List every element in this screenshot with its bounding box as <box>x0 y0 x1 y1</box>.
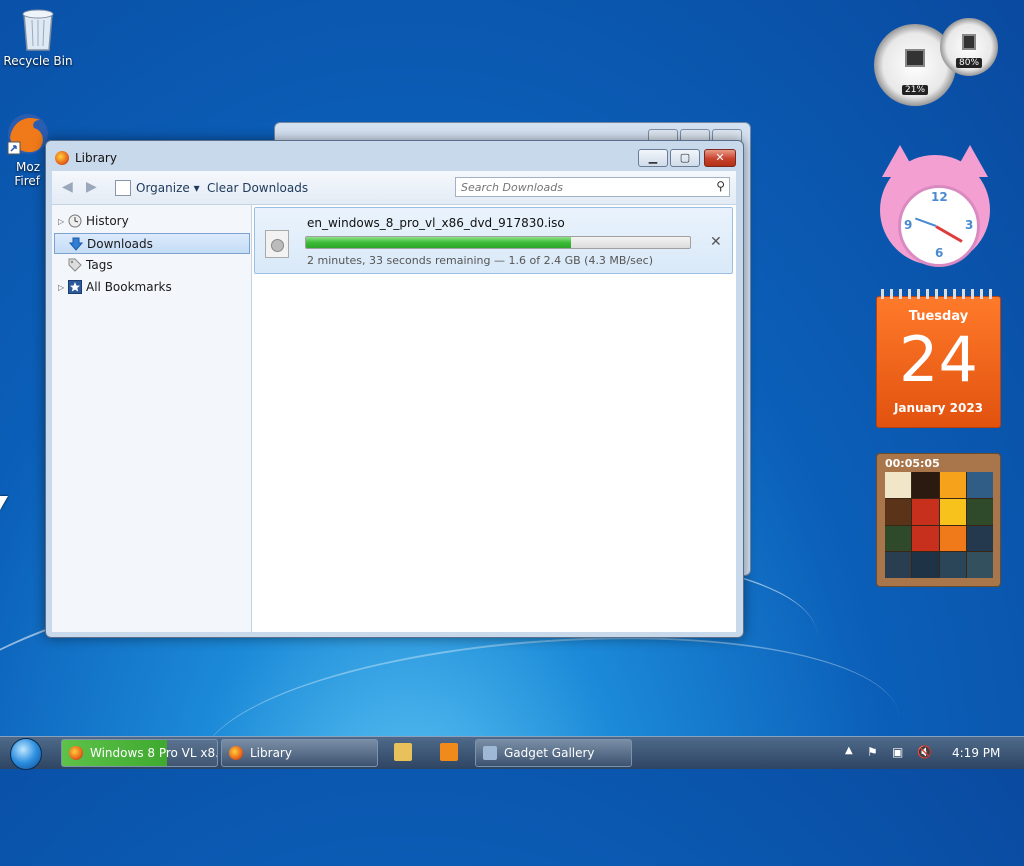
file-explorer-icon[interactable] <box>394 743 412 761</box>
sidebar-item-all-bookmarks[interactable]: ▷ All Bookmarks <box>54 277 250 298</box>
download-status: 2 minutes, 33 seconds remaining — 1.6 of… <box>307 254 654 267</box>
organize-icon <box>115 180 131 196</box>
calendar-gadget[interactable]: Tuesday 24 January 2023 <box>876 289 1001 428</box>
volume-muted-icon[interactable]: 🔇 <box>917 745 932 759</box>
cancel-download-icon[interactable]: ✕ <box>710 234 722 250</box>
memory-percent: 80% <box>955 57 983 68</box>
cat-clock-gadget[interactable]: 12 3 6 9 <box>876 145 994 270</box>
puzzle-tile[interactable] <box>966 472 993 498</box>
download-progress-bar <box>305 236 691 249</box>
minimize-button[interactable]: ▁ <box>638 149 668 167</box>
puzzle-tile[interactable] <box>966 498 993 525</box>
puzzle-tile[interactable] <box>912 498 939 525</box>
puzzle-tile[interactable] <box>912 552 939 578</box>
progress-fill <box>306 237 571 248</box>
download-filename: en_windows_8_pro_vl_x86_dvd_917830.iso <box>307 216 565 230</box>
calendar-weekday: Tuesday <box>908 309 969 324</box>
library-sidebar: ▷ History Downloads Tags ▷ All Bookmarks <box>52 205 252 632</box>
firefox-icon <box>229 746 243 760</box>
sidebar-item-tags[interactable]: Tags <box>54 255 250 276</box>
puzzle-tile[interactable] <box>939 525 966 552</box>
mouse-cursor <box>0 496 8 510</box>
puzzle-tile[interactable] <box>966 552 993 578</box>
sidebar-item-label: Downloads <box>87 237 153 251</box>
puzzle-grid[interactable] <box>885 472 993 578</box>
puzzle-timer: 00:05:05 <box>885 457 940 470</box>
maximize-button[interactable]: ▢ <box>670 149 700 167</box>
puzzle-tile[interactable] <box>885 498 912 525</box>
download-arrow-icon <box>68 237 84 251</box>
recycle-bin-label: Recycle Bin <box>3 54 73 68</box>
organize-button[interactable]: Organize ▾ <box>136 181 200 195</box>
expand-arrow-icon[interactable]: ▷ <box>58 211 64 232</box>
gadget-gallery-icon <box>483 746 497 760</box>
sidebar-item-label: History <box>86 214 129 228</box>
memory-chip-icon <box>962 34 976 51</box>
expand-arrow-icon[interactable]: ▷ <box>58 277 64 298</box>
windows-orb-icon <box>10 738 42 770</box>
search-input[interactable] <box>456 178 706 196</box>
calendar-rings <box>881 289 996 299</box>
search-downloads-box[interactable]: ⚲ <box>455 177 730 197</box>
taskbar-item-gadget-gallery[interactable]: Gadget Gallery <box>475 739 632 767</box>
clock-numeral-3: 3 <box>965 218 974 232</box>
close-button[interactable]: ✕ <box>704 149 736 167</box>
taskbar-clock[interactable]: 4:19 PM <box>952 746 1000 760</box>
action-center-flag-icon[interactable]: ⚑ <box>867 745 878 759</box>
taskbar-item-firefox-download[interactable]: Windows 8 Pro VL x8... <box>61 739 218 767</box>
search-icon[interactable]: ⚲ <box>716 179 725 193</box>
show-hidden-icons-icon[interactable]: ▲ <box>845 745 853 756</box>
library-toolbar: ◀ ▶ Organize ▾ Clear Downloads ⚲ <box>52 171 736 205</box>
sidebar-item-history[interactable]: ▷ History <box>54 211 250 232</box>
taskbar-item-library[interactable]: Library <box>221 739 378 767</box>
picture-puzzle-gadget[interactable]: 00:05:05 <box>876 453 1001 587</box>
start-button[interactable] <box>6 737 46 770</box>
tag-icon <box>68 258 82 272</box>
taskbar-item-label: Windows 8 Pro VL x8... <box>90 746 218 760</box>
clock-icon <box>68 214 82 228</box>
downloads-list: en_windows_8_pro_vl_x86_dvd_917830.iso 2… <box>252 205 736 632</box>
puzzle-tile[interactable] <box>939 552 966 578</box>
puzzle-tile[interactable] <box>885 525 912 552</box>
sidebar-item-downloads[interactable]: Downloads <box>54 233 250 254</box>
media-player-icon[interactable] <box>440 743 458 761</box>
bookmark-star-icon <box>68 280 82 294</box>
cpu-percent: 21% <box>901 84 929 95</box>
puzzle-tile[interactable] <box>939 472 966 498</box>
download-item[interactable]: en_windows_8_pro_vl_x86_dvd_917830.iso 2… <box>254 207 733 274</box>
recycle-bin-icon <box>18 6 58 51</box>
recycle-bin-desktop-icon[interactable]: Recycle Bin <box>2 6 74 68</box>
organize-label: Organize <box>136 181 190 195</box>
disc-image-file-icon <box>265 230 289 258</box>
window-title: Library <box>75 151 117 165</box>
cpu-chip-icon <box>905 49 925 68</box>
sidebar-item-label: All Bookmarks <box>86 280 172 294</box>
library-window[interactable]: Library ▁ ▢ ✕ ◀ ▶ Organize ▾ Clear Downl… <box>45 140 744 638</box>
calendar-month-year: January 2023 <box>893 401 984 415</box>
library-titlebar[interactable]: Library ▁ ▢ ✕ <box>46 141 743 171</box>
back-arrow-icon[interactable]: ◀ <box>62 180 76 194</box>
clear-downloads-button[interactable]: Clear Downloads <box>207 181 308 195</box>
clock-numeral-9: 9 <box>904 218 913 232</box>
puzzle-tile[interactable] <box>885 472 912 498</box>
clock-numeral-6: 6 <box>935 246 944 260</box>
puzzle-tile[interactable] <box>885 552 912 578</box>
firefox-window-icon <box>55 151 69 165</box>
firefox-icon <box>69 746 83 760</box>
puzzle-tile[interactable] <box>966 525 993 552</box>
forward-arrow-icon[interactable]: ▶ <box>86 180 100 194</box>
network-icon[interactable]: ▣ <box>892 745 903 759</box>
taskbar-item-label: Library <box>250 746 292 760</box>
memory-meter-gauge[interactable]: 80% <box>940 18 998 76</box>
calendar-day: 24 <box>899 323 978 396</box>
firefox-icon <box>6 112 48 156</box>
puzzle-tile[interactable] <box>939 498 966 525</box>
puzzle-tile[interactable] <box>912 525 939 552</box>
taskbar-item-label: Gadget Gallery <box>504 746 595 760</box>
puzzle-tile[interactable] <box>912 472 939 498</box>
sidebar-item-label: Tags <box>86 258 113 272</box>
clock-numeral-12: 12 <box>931 190 948 204</box>
taskbar: Windows 8 Pro VL x8... Library Gadget Ga… <box>0 736 1024 770</box>
